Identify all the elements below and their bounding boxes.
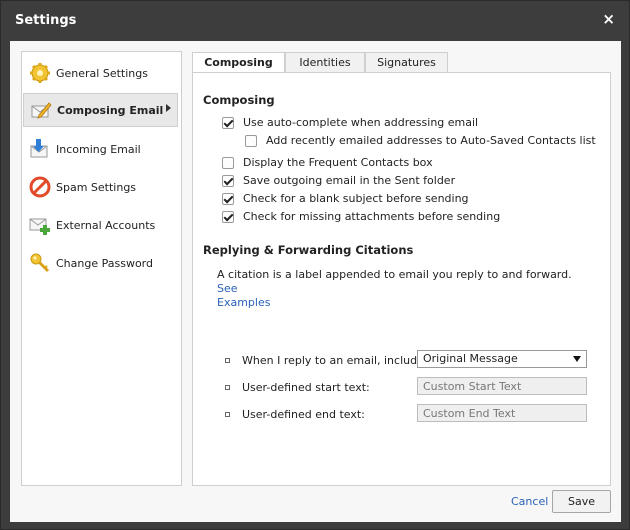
save-button[interactable]: Save: [552, 490, 611, 513]
include-label: When I reply to an email, include:: [242, 354, 428, 367]
option-label: Check for a blank subject before sending: [243, 192, 469, 205]
title-bar: Settings ×: [1, 1, 629, 41]
option-blank-subject[interactable]: Check for a blank subject before sending: [222, 192, 469, 205]
sidebar-item-label: General Settings: [56, 66, 148, 80]
include-select[interactable]: Original Message: [417, 350, 587, 368]
key-icon: [30, 253, 50, 273]
include-row: When I reply to an email, include:: [225, 354, 428, 367]
bullet-icon: [225, 358, 230, 363]
see-link[interactable]: See: [217, 282, 238, 295]
checkbox-frequent-contacts[interactable]: [222, 156, 234, 169]
option-label: Use auto-complete when addressing email: [243, 116, 479, 129]
end-text-row: User-defined end text:: [225, 408, 365, 421]
sidebar-item-incoming-email[interactable]: Incoming Email: [23, 132, 178, 166]
sidebar-item-label: Composing Email: [57, 103, 164, 117]
citations-section-title: Replying & Forwarding Citations: [203, 243, 414, 257]
cancel-button[interactable]: Cancel: [511, 495, 548, 508]
start-text-input[interactable]: [417, 377, 587, 395]
tab-signatures[interactable]: Signatures: [365, 52, 448, 73]
examples-link[interactable]: Examples: [217, 296, 270, 309]
sidebar-item-spam-settings[interactable]: Spam Settings: [23, 170, 178, 204]
bullet-icon: [225, 385, 230, 390]
end-text-label: User-defined end text:: [242, 408, 365, 421]
composing-section-title: Composing: [203, 93, 275, 107]
option-auto-complete[interactable]: Use auto-complete when addressing email: [222, 116, 478, 129]
include-select-value: Original Message: [423, 352, 518, 365]
no-entry-icon: [29, 176, 51, 198]
start-text-row: User-defined start text:: [225, 381, 370, 394]
download-icon: [30, 139, 48, 158]
bullet-icon: [225, 412, 230, 417]
option-label: Check for missing attachments before sen…: [243, 210, 501, 223]
checkbox-missing-attachments[interactable]: [222, 210, 234, 223]
settings-dialog: Settings × General Settings Composing Em…: [0, 0, 630, 530]
sidebar-item-label: Incoming Email: [56, 142, 141, 156]
dialog-body: General Settings Composing Email Incomin…: [10, 41, 621, 522]
option-label: Save outgoing email in the Sent folder: [243, 174, 456, 187]
sidebar-item-label: External Accounts: [56, 218, 156, 232]
tab-composing[interactable]: Composing: [192, 52, 285, 74]
sidebar-item-external-accounts[interactable]: External Accounts: [23, 208, 178, 242]
option-frequent-contacts[interactable]: Display the Frequent Contacts box: [222, 156, 433, 169]
citation-note-text: A citation is a label appended to email …: [217, 268, 572, 281]
composing-panel: Composing Use auto-complete when address…: [192, 72, 611, 486]
chevron-right-icon: [166, 104, 171, 112]
sidebar-item-label: Spam Settings: [56, 180, 137, 194]
option-label: Add recently emailed addresses to Auto-S…: [266, 134, 596, 147]
citation-note: A citation is a label appended to email …: [217, 268, 577, 310]
dropdown-arrow-icon: [573, 356, 581, 362]
option-missing-attachments[interactable]: Check for missing attachments before sen…: [222, 210, 500, 223]
tab-identities[interactable]: Identities: [285, 52, 365, 73]
sidebar-item-general-settings[interactable]: General Settings: [23, 56, 178, 90]
option-auto-saved-contacts[interactable]: Add recently emailed addresses to Auto-S…: [245, 134, 596, 147]
start-text-label: User-defined start text:: [242, 381, 370, 394]
checkbox-auto-complete[interactable]: [222, 116, 234, 129]
checkbox-auto-saved-contacts[interactable]: [245, 134, 257, 147]
envelope-plus-icon: [29, 218, 50, 235]
close-icon[interactable]: ×: [602, 12, 615, 27]
settings-sidebar: General Settings Composing Email Incomin…: [21, 51, 182, 486]
checkbox-blank-subject[interactable]: [222, 192, 234, 205]
option-save-sent[interactable]: Save outgoing email in the Sent folder: [222, 174, 455, 187]
pencil-icon: [31, 102, 52, 119]
checkbox-save-sent[interactable]: [222, 174, 234, 187]
dialog-title: Settings: [15, 13, 77, 28]
end-text-input[interactable]: [417, 404, 587, 422]
option-label: Display the Frequent Contacts box: [243, 156, 433, 169]
sidebar-item-label: Change Password: [56, 256, 153, 270]
sidebar-item-composing-email[interactable]: Composing Email: [23, 93, 178, 127]
sidebar-item-change-password[interactable]: Change Password: [23, 246, 178, 280]
gear-icon: [30, 63, 50, 83]
